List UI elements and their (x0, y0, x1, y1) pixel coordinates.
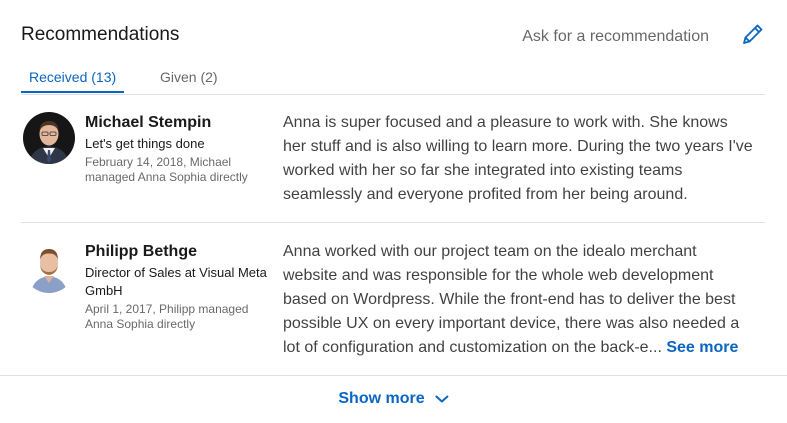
recommendation-tabs: Received (13) Given (2) (21, 62, 765, 95)
show-more-label: Show more (338, 390, 425, 407)
section-title: Recommendations (21, 24, 180, 45)
recommendation-text: Anna worked with our project team on the… (283, 240, 753, 360)
recommender-name[interactable]: Philipp Bethge (85, 242, 275, 262)
recommendation-meta: February 14, 2018, Michael managed Anna … (85, 155, 248, 184)
section-header: Recommendations Ask for a recommendation (21, 22, 765, 52)
recommendation-text: Anna is super focused and a pleasure to … (283, 111, 753, 207)
recommendation-meta: April 1, 2017, Philipp managed Anna Soph… (85, 302, 249, 331)
recommender-headline: Let's get things done (85, 136, 205, 151)
recommendation-item: Philipp Bethge Director of Sales at Visu… (21, 223, 765, 373)
pencil-icon (743, 24, 763, 44)
chevron-down-icon (435, 395, 449, 403)
recommender-headline: Director of Sales at Visual Meta GmbH (85, 265, 267, 298)
recommendation-item: Michael Stempin Let's get things done Fe… (21, 94, 765, 223)
recommender-info: Philipp Bethge Director of Sales at Visu… (85, 242, 275, 332)
ask-recommendation-button[interactable]: Ask for a recommendation (522, 28, 709, 46)
tab-given[interactable]: Given (2) (152, 62, 226, 92)
recommender-info: Michael Stempin Let's get things done Fe… (85, 113, 275, 185)
recommendations-section: Recommendations Ask for a recommendation… (0, 0, 787, 422)
avatar[interactable] (23, 112, 75, 164)
tab-received[interactable]: Received (13) (21, 62, 125, 93)
see-more-link[interactable]: See more (666, 339, 738, 356)
show-more-button[interactable]: Show more (338, 390, 449, 408)
section-footer: Show more (0, 375, 787, 423)
avatar[interactable] (23, 241, 75, 293)
recommendation-body: Anna is super focused and a pleasure to … (283, 114, 753, 203)
recommender-name[interactable]: Michael Stempin (85, 113, 275, 133)
edit-button[interactable] (741, 22, 765, 46)
